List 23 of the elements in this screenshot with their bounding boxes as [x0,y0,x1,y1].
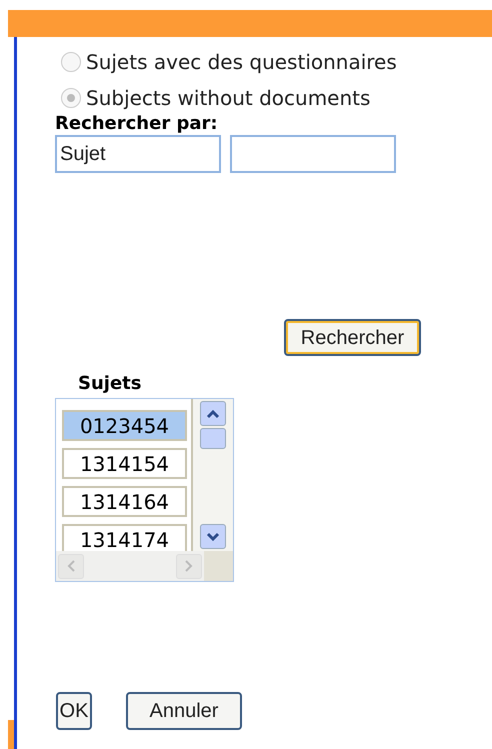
radio-button[interactable] [61,88,81,108]
list-item[interactable]: 1314174 [62,524,187,551]
scroll-left-icon[interactable] [58,554,84,578]
ok-button[interactable]: OK [56,692,92,730]
radio-option[interactable]: Subjects without documents [61,84,421,112]
radio-button[interactable] [61,52,81,72]
scroll-down-icon[interactable] [200,524,226,549]
scroll-corner [204,551,233,581]
scroll-thumb[interactable] [200,428,226,449]
radio-option[interactable]: Sujets avec des questionnaires [61,48,421,76]
text-field[interactable]: Sujet [55,135,221,173]
list-item[interactable]: 1314164 [62,486,187,517]
scroll-right-icon[interactable] [176,554,202,578]
cancel-button[interactable]: Annuler [126,692,242,730]
search-button[interactable]: Rechercher [284,319,421,356]
search-by-label: Rechercher par: [55,114,219,134]
side-marker [8,720,14,749]
list-item[interactable]: 0123454 [62,410,187,441]
text-field[interactable] [230,135,396,173]
subject-list[interactable]: 0123454 1314154 1314164 1314174 [55,398,234,582]
scroll-up-icon[interactable] [200,401,226,426]
list-item[interactable]: 1314154 [62,448,187,479]
subjects-label: Sujets [78,373,142,395]
